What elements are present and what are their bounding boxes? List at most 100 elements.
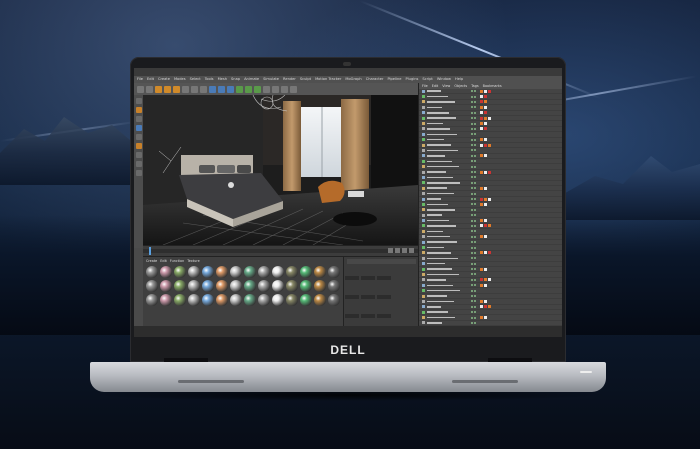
material-swatch[interactable] xyxy=(188,266,200,278)
material-swatch[interactable] xyxy=(174,266,186,278)
material-tag-icon[interactable] xyxy=(480,170,483,174)
material-tag-icon[interactable] xyxy=(484,251,487,255)
redo-icon[interactable] xyxy=(146,85,153,93)
material-tag-icon[interactable] xyxy=(484,95,487,99)
object-tags[interactable] xyxy=(480,235,487,239)
model-mode-icon[interactable] xyxy=(135,98,142,104)
material-manager-menu-item[interactable]: Create xyxy=(146,258,157,264)
material-swatch[interactable] xyxy=(160,294,172,306)
object-tags[interactable] xyxy=(480,127,487,131)
undo-icon[interactable] xyxy=(137,85,144,93)
snap-icon[interactable] xyxy=(135,152,142,158)
axis-y-icon[interactable] xyxy=(191,85,198,93)
material-swatch[interactable] xyxy=(174,280,186,292)
material-tag-icon[interactable] xyxy=(480,197,483,201)
menu-item[interactable]: MoGraph xyxy=(345,76,361,83)
material-tag-icon[interactable] xyxy=(480,305,483,309)
menu-item[interactable]: Select xyxy=(190,76,201,83)
record-icon[interactable] xyxy=(409,248,414,253)
material-swatch[interactable] xyxy=(286,280,298,292)
menu-item[interactable]: File xyxy=(137,76,143,83)
move-tool-icon[interactable] xyxy=(155,85,162,93)
material-swatch[interactable] xyxy=(174,294,186,306)
material-swatch[interactable] xyxy=(244,294,256,306)
object-manager-menu-item[interactable]: Edit xyxy=(432,83,439,89)
visibility-toggle[interactable] xyxy=(471,122,476,125)
material-tag-icon[interactable] xyxy=(480,143,483,147)
material-swatch[interactable] xyxy=(328,294,340,306)
material-tag-icon[interactable] xyxy=(480,278,483,282)
material-tag-icon[interactable] xyxy=(484,127,487,131)
menu-item[interactable]: Motion Tracker xyxy=(315,76,341,83)
visibility-toggle[interactable] xyxy=(471,262,476,265)
object-tags[interactable] xyxy=(480,316,487,320)
render-settings-icon[interactable] xyxy=(227,85,234,93)
deformer-icon[interactable] xyxy=(263,85,270,93)
visibility-toggle[interactable] xyxy=(471,171,476,174)
material-tag-icon[interactable] xyxy=(480,283,483,287)
material-tag-icon[interactable] xyxy=(480,251,483,255)
material-manager-menu-item[interactable]: Texture xyxy=(187,258,199,264)
object-tags[interactable] xyxy=(480,116,491,120)
lock-icon[interactable] xyxy=(135,170,142,176)
pos-y-field[interactable] xyxy=(345,295,359,299)
material-swatch[interactable] xyxy=(146,280,158,292)
timeline-playhead[interactable] xyxy=(149,247,151,255)
visibility-toggle[interactable] xyxy=(471,300,476,303)
material-swatch[interactable] xyxy=(230,266,242,278)
material-tag-icon[interactable] xyxy=(484,116,487,120)
visibility-toggle[interactable] xyxy=(471,111,476,114)
object-tags[interactable] xyxy=(480,143,491,147)
pos-x-field[interactable] xyxy=(345,276,359,280)
material-swatch[interactable] xyxy=(244,266,256,278)
visibility-toggle[interactable] xyxy=(471,106,476,109)
3d-viewport[interactable] xyxy=(143,95,418,245)
visibility-toggle[interactable] xyxy=(471,295,476,298)
material-tag-icon[interactable] xyxy=(480,186,483,190)
object-tags[interactable] xyxy=(480,197,491,201)
scene-icon[interactable] xyxy=(272,85,279,93)
material-swatch[interactable] xyxy=(328,280,340,292)
visibility-toggle[interactable] xyxy=(471,160,476,163)
menu-item[interactable]: Edit xyxy=(147,76,154,83)
object-tags[interactable] xyxy=(480,89,491,93)
menu-item[interactable]: Mesh xyxy=(218,76,227,83)
axis-x-icon[interactable] xyxy=(182,85,189,93)
material-tag-icon[interactable] xyxy=(484,299,487,303)
material-swatch[interactable] xyxy=(202,280,214,292)
material-tag-icon[interactable] xyxy=(480,267,483,271)
visibility-toggle[interactable] xyxy=(471,176,476,179)
material-swatch[interactable] xyxy=(300,266,312,278)
size-y-field[interactable] xyxy=(361,295,375,299)
edges-mode-icon[interactable] xyxy=(135,125,142,131)
material-tag-icon[interactable] xyxy=(488,197,491,201)
workplane-icon[interactable] xyxy=(135,161,142,167)
material-swatch[interactable] xyxy=(230,280,242,292)
material-swatch[interactable] xyxy=(146,266,158,278)
visibility-toggle[interactable] xyxy=(471,284,476,287)
visibility-toggle[interactable] xyxy=(471,219,476,222)
material-tag-icon[interactable] xyxy=(480,154,483,158)
rot-b-field[interactable] xyxy=(377,314,391,318)
material-swatch[interactable] xyxy=(202,294,214,306)
material-tag-icon[interactable] xyxy=(480,219,483,223)
visibility-toggle[interactable] xyxy=(471,203,476,206)
object-tags[interactable] xyxy=(480,202,487,206)
material-swatch[interactable] xyxy=(216,266,228,278)
material-tag-icon[interactable] xyxy=(480,235,483,239)
material-tag-icon[interactable] xyxy=(480,316,483,320)
material-tag-icon[interactable] xyxy=(484,111,487,115)
object-tags[interactable] xyxy=(480,219,487,223)
object-tags[interactable] xyxy=(480,224,491,228)
visibility-toggle[interactable] xyxy=(471,198,476,200)
material-swatch[interactable] xyxy=(202,266,214,278)
material-swatch[interactable] xyxy=(314,294,326,306)
material-manager-menu-item[interactable]: Function xyxy=(170,258,184,264)
visibility-toggle[interactable] xyxy=(471,100,476,103)
object-tags[interactable] xyxy=(480,105,487,109)
material-tag-icon[interactable] xyxy=(488,278,491,282)
material-tag-icon[interactable] xyxy=(484,105,487,109)
material-swatch[interactable] xyxy=(216,280,228,292)
material-swatch[interactable] xyxy=(244,280,256,292)
material-tag-icon[interactable] xyxy=(484,186,487,190)
